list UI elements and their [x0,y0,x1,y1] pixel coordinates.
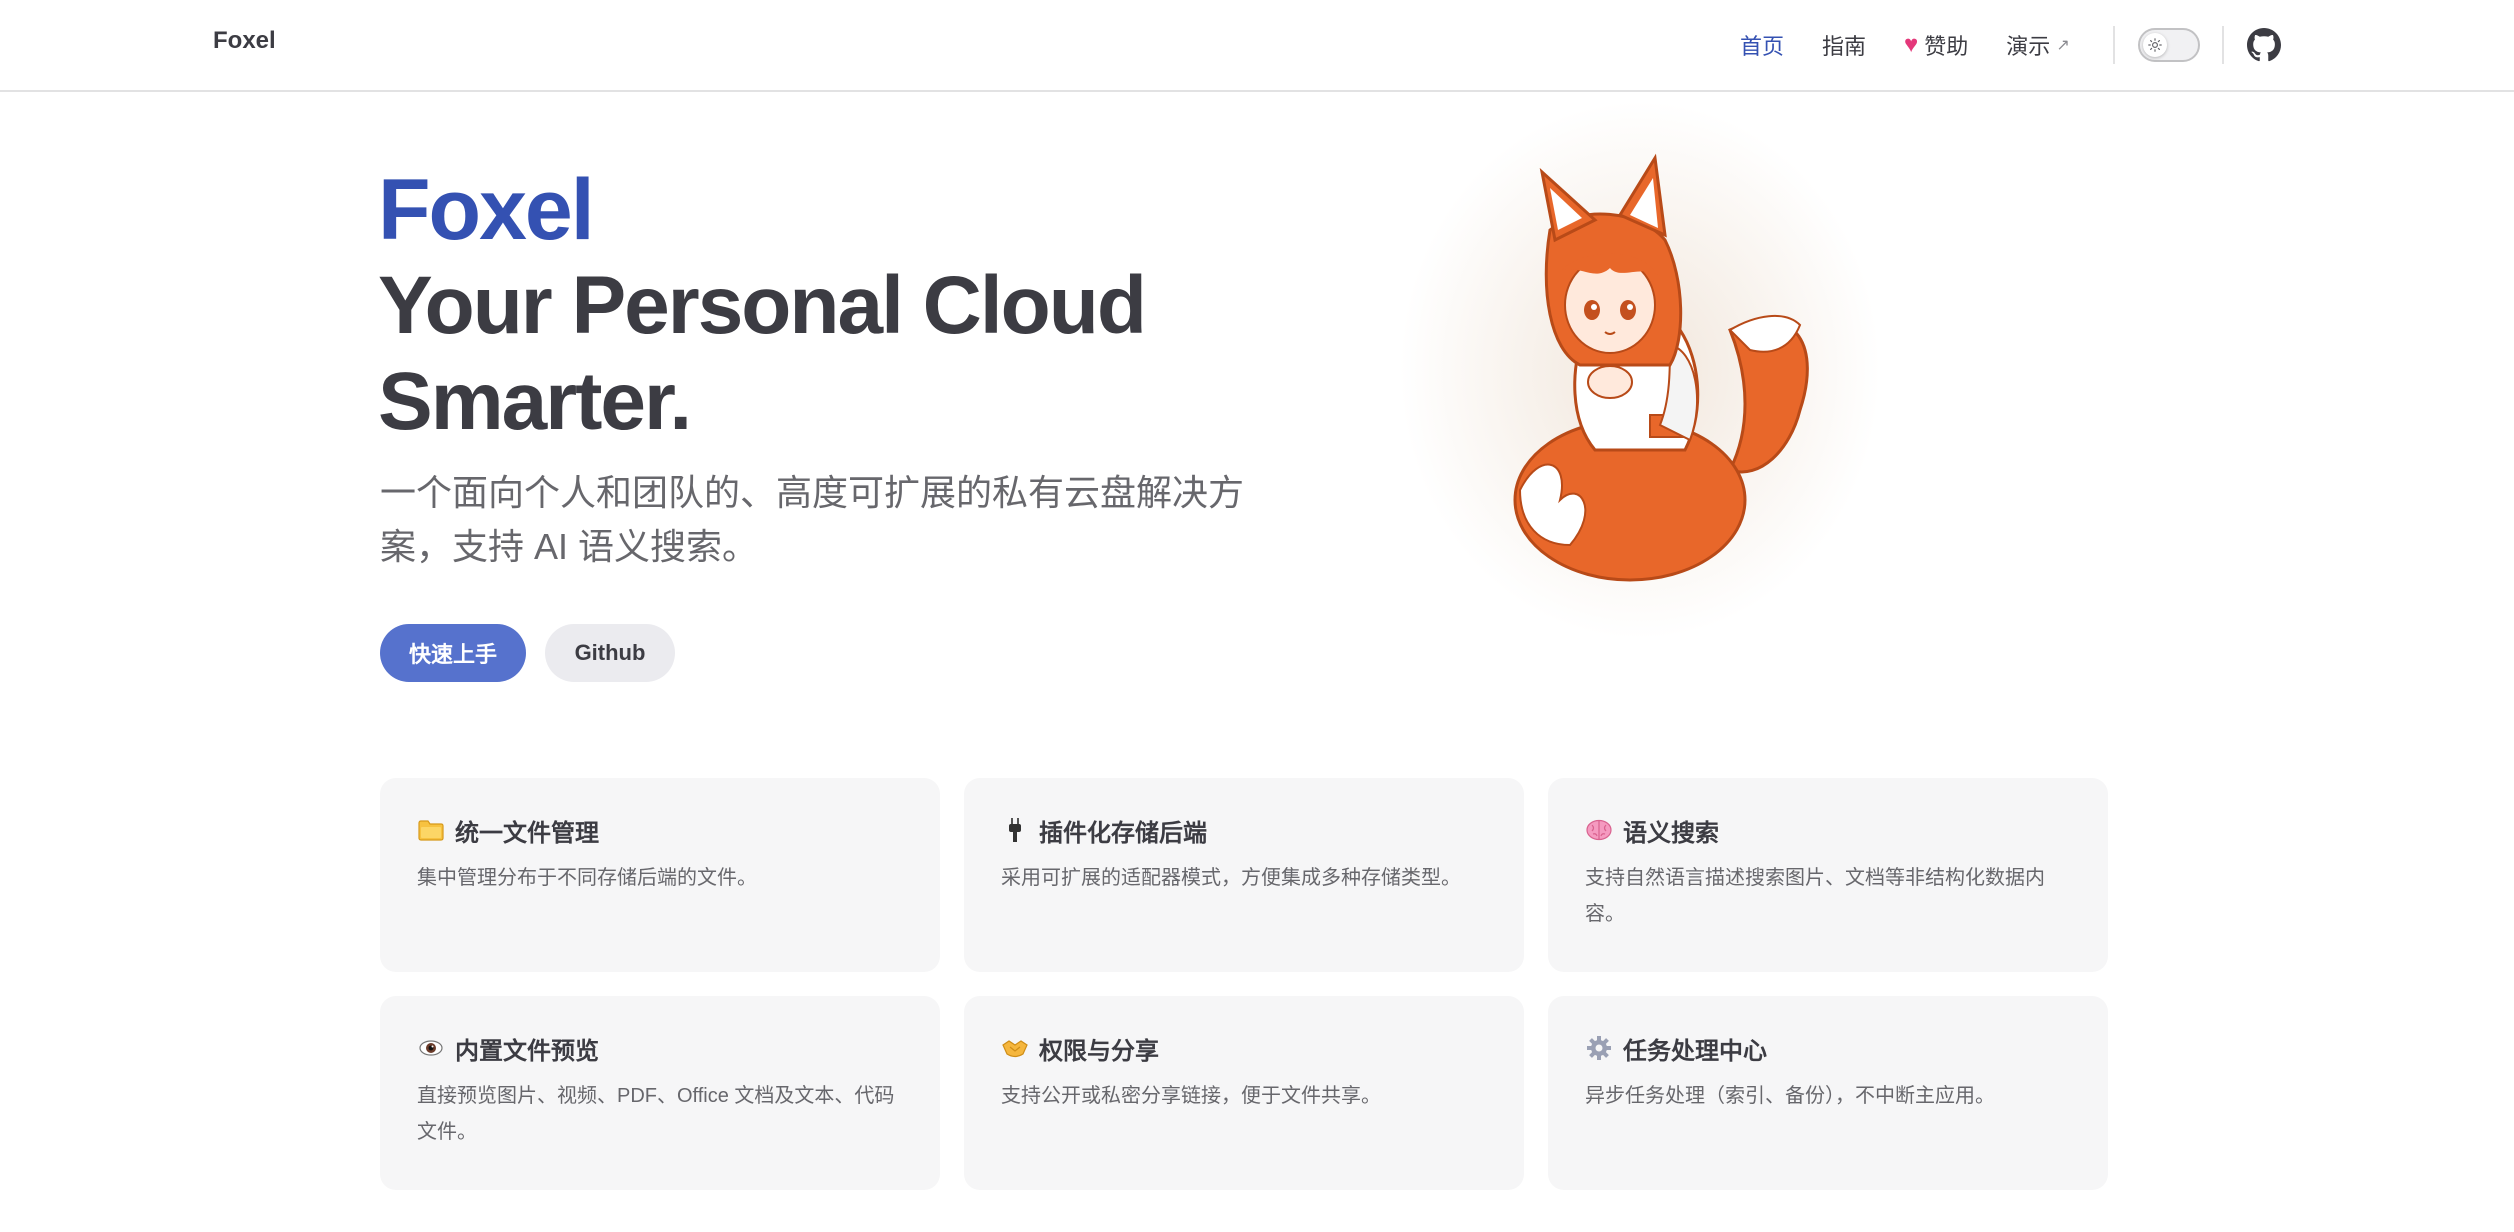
feature-title: 语义搜索 [1623,819,1719,847]
nav-link-guide[interactable]: 指南 [1822,29,1866,61]
heart-icon: ♥ [1904,31,1919,58]
fox-girl-mascot [1500,150,1820,590]
nav-divider [2113,26,2115,64]
feature-title: 任务处理中心 [1623,1037,1767,1065]
feature-card: 内置文件预览 直接预览图片、视频、PDF、Office 文档及文本、代码文件。 [380,996,940,1190]
feature-desc: 直接预览图片、视频、PDF、Office 文档及文本、代码文件。 [417,1085,895,1143]
nav-link-sponsor-label: 赞助 [1924,34,1969,59]
feature-card: 权限与分享 支持公开或私密分享链接，便于文件共享。 [964,996,1524,1190]
feature-desc: 支持公开或私密分享链接，便于文件共享。 [1001,1085,1381,1107]
hero-tagline: 一个面向个人和团队的、高度可扩展的私有云盘解决方案，支持 AI 语义搜索。 [380,472,1245,567]
feature-desc: 支持自然语言描述搜索图片、文档等非结构化数据内容。 [1585,867,2045,925]
theme-toggle[interactable] [2138,28,2200,62]
feature-title: 插件化存储后端 [1039,819,1207,847]
hero-title-line2: Smarter. [378,356,692,447]
feature-card: 插件化存储后端 采用可扩展的适配器模式，方便集成多种存储类型。 [964,778,1524,972]
nav-link-demo-label: 演示 [2006,34,2051,59]
plug-icon [1001,816,1029,844]
feature-title: 内置文件预览 [455,1037,599,1065]
feature-title: 权限与分享 [1039,1037,1159,1065]
nav-divider [2222,26,2224,64]
handshake-icon [1001,1034,1029,1062]
nav-link-demo[interactable]: 演示 ↗ [2006,29,2069,61]
brain-icon [1585,816,1613,844]
top-nav: Foxel 首页 指南 ♥ 赞助 演示 ↗ [0,0,2514,92]
nav-link-sponsor[interactable]: ♥ 赞助 [1904,29,1968,61]
github-button[interactable]: Github [545,624,675,682]
gear-icon [1585,1034,1613,1062]
hero-brand-name: Foxel [378,162,595,258]
feature-card: 统一文件管理 集中管理分布于不同存储后端的文件。 [380,778,940,972]
hero-title: Your Personal Cloud Smarter. [378,258,1278,450]
sun-icon [2143,33,2167,57]
hero-title-line1: Your Personal Cloud [378,260,1147,351]
github-icon[interactable] [2247,28,2281,62]
folder-icon [417,816,445,844]
get-started-button[interactable]: 快速上手 [380,624,526,682]
site-brand[interactable]: Foxel [213,27,276,55]
feature-card: 任务处理中心 异步任务处理（索引、备份），不中断主应用。 [1548,996,2108,1190]
nav-links: 首页 指南 ♥ 赞助 演示 ↗ [1740,0,2108,90]
external-link-icon: ↗ [2056,37,2070,54]
feature-desc: 采用可扩展的适配器模式，方便集成多种存储类型。 [1001,867,1461,889]
feature-desc: 异步任务处理（索引、备份），不中断主应用。 [1585,1085,1995,1107]
feature-title: 统一文件管理 [455,819,599,847]
feature-desc: 集中管理分布于不同存储后端的文件。 [417,867,757,889]
eye-icon [417,1034,445,1062]
nav-link-home[interactable]: 首页 [1740,29,1784,61]
feature-card: 语义搜索 支持自然语言描述搜索图片、文档等非结构化数据内容。 [1548,778,2108,972]
